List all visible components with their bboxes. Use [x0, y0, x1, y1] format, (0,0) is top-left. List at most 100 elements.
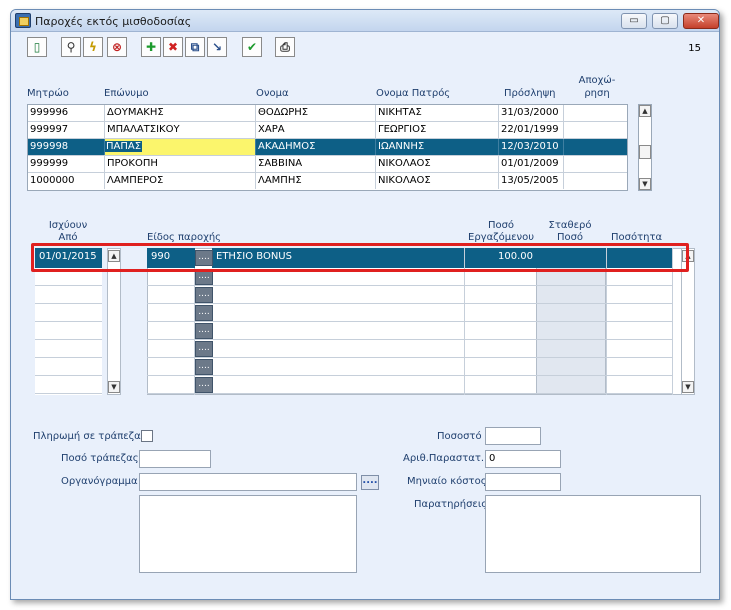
org-chart-field[interactable] [139, 473, 357, 491]
header-valid-2: Από [58, 232, 78, 243]
copy-button[interactable]: ⧉ [185, 37, 205, 57]
delete-button[interactable]: ✖ [163, 37, 183, 57]
org-chart-lookup-button[interactable]: .... [361, 475, 379, 490]
cell-father: ΝΙΚΟΛΑΟΣ [376, 173, 499, 189]
header-fixed-1: Σταθερό [548, 220, 592, 231]
scroll-thumb[interactable] [639, 145, 651, 159]
copy-icon: ⧉ [190, 40, 200, 54]
cell-leave [564, 122, 628, 138]
exit-button[interactable]: ▯ [27, 37, 47, 57]
cell-hire: 31/03/2000 [499, 105, 564, 121]
table-row[interactable]: 999997 ΜΠΑΛΑΤΣΙΚΟΥ ΧΑΡΑ ΓΕΩΡΓΙΟΣ 22/01/1… [28, 122, 627, 139]
title-bar: Παροχές εκτός μισθοδοσίας ▭ ▢ ✕ [11, 10, 719, 32]
main-window: Παροχές εκτός μισθοδοσίας ▭ ▢ ✕ ▯ ⚲ ϟ ⊗ … [10, 9, 720, 600]
table-row-selected[interactable]: 999998 ΠΑΠΑΣ ΑΚΑΔΗΜΟΣ ΙΩΑΝΝΗΣ 12/03/2010 [28, 139, 627, 156]
employees-grid: 999996 ΔΟΥΜΑΚΗΣ ΘΟΔΩΡΗΣ ΝΙΚΗΤΑΣ 31/03/20… [27, 104, 628, 191]
bank-amount-field[interactable] [139, 450, 211, 468]
header-fixed-2: Ποσό [556, 232, 584, 243]
scroll-down-icon[interactable]: ▼ [639, 178, 651, 190]
lookup-button[interactable]: .... [195, 341, 213, 357]
header-code: Μητρώο [27, 88, 69, 99]
cell-father: ΙΩΑΝΝΗΣ [376, 139, 499, 155]
page-number: 15 [688, 43, 701, 54]
cell-hire: 12/03/2010 [499, 139, 564, 155]
employees-scrollbar[interactable]: ▲ ▼ [638, 104, 652, 191]
lookup-button[interactable]: .... [195, 305, 213, 321]
lookup-button[interactable]: .... [195, 287, 213, 303]
cancel-icon: ⊗ [111, 40, 123, 54]
bank-payment-checkbox[interactable] [141, 430, 153, 442]
lookup-button[interactable]: .... [195, 359, 213, 375]
lightning-button[interactable]: ϟ [83, 37, 103, 57]
percent-field[interactable] [485, 427, 541, 445]
bank-payment-label: Πληρωμή σε τράπεζα [33, 431, 141, 442]
highlight-callout [31, 243, 689, 272]
confirm-icon: ✔ [246, 40, 258, 54]
delete-icon: ✖ [167, 40, 179, 54]
cell-surname-text: ΠΑΠΑΣ [105, 141, 143, 152]
exit-icon: ▯ [33, 40, 41, 54]
header-father: Ονομα Πατρός [376, 88, 451, 99]
header-amount-1: Ποσό [487, 220, 515, 231]
bank-amount-label: Ποσό τράπεζας [61, 453, 139, 464]
cell-name: ΧΑΡΑ [256, 122, 376, 138]
toolbar: ▯ ⚲ ϟ ⊗ ✚ ✖ ⧉ ↘ ✔ ⎙ 15 [11, 33, 719, 61]
search-button[interactable]: ⚲ [61, 37, 81, 57]
date-scroll-down-icon[interactable]: ▼ [108, 381, 120, 393]
close-button[interactable]: ✕ [683, 13, 719, 29]
cell-surname-editing[interactable]: ΠΑΠΑΣ [105, 139, 256, 155]
cell-code: 999998 [28, 139, 105, 155]
window-title: Παροχές εκτός μισθοδοσίας [35, 15, 192, 28]
benefit-row-lines [147, 268, 672, 395]
cell-hire: 01/01/2009 [499, 156, 564, 172]
doc-count-field[interactable]: 0 [485, 450, 561, 468]
print-button[interactable]: ⎙ [275, 37, 295, 57]
cell-leave [564, 105, 628, 121]
monthly-cost-field[interactable] [485, 473, 561, 491]
cell-leave [564, 173, 628, 189]
search-icon: ⚲ [66, 40, 76, 54]
table-row[interactable]: 999999 ΠΡΟΚΟΠΗ ΣΑΒΒΙΝΑ ΝΙΚΟΛΑΟΣ 01/01/20… [28, 156, 627, 173]
notes-field[interactable] [485, 495, 701, 573]
table-row[interactable]: 1000000 ΛΑΜΠΕΡΟΣ ΛΑΜΠΗΣ ΝΙΚΟΛΑΟΣ 13/05/2… [28, 173, 627, 190]
add-button[interactable]: ✚ [141, 37, 161, 57]
minimize-button[interactable]: ▭ [621, 13, 647, 29]
scroll-up-icon[interactable]: ▲ [639, 105, 651, 117]
cell-surname: ΔΟΥΜΑΚΗΣ [105, 105, 256, 121]
cell-name: ΑΚΑΔΗΜΟΣ [256, 139, 376, 155]
cell-code: 1000000 [28, 173, 105, 189]
header-leave-1: Αποχώ- [578, 75, 616, 86]
confirm-button[interactable]: ✔ [242, 37, 262, 57]
lookup-button[interactable]: .... [195, 377, 213, 393]
cell-hire: 22/01/1999 [499, 122, 564, 138]
header-name: Ονομα [256, 88, 289, 99]
cell-code: 999996 [28, 105, 105, 121]
header-quantity: Ποσότητα [611, 232, 663, 243]
notes-label: Παρατηρήσεις [414, 499, 488, 510]
app-icon [15, 13, 31, 28]
transfer-icon: ↘ [211, 40, 223, 54]
header-surname: Επώνυμο [104, 88, 149, 99]
percent-label: Ποσοστό [437, 431, 482, 442]
cell-leave [564, 139, 628, 155]
benefits-scroll-down-icon[interactable]: ▼ [682, 381, 694, 393]
cell-leave [564, 156, 628, 172]
cell-father: ΝΙΚΗΤΑΣ [376, 105, 499, 121]
cell-name: ΣΑΒΒΙΝΑ [256, 156, 376, 172]
table-row[interactable]: 999996 ΔΟΥΜΑΚΗΣ ΘΟΔΩΡΗΣ ΝΙΚΗΤΑΣ 31/03/20… [28, 105, 627, 122]
monthly-cost-label: Μηνιαίο κόστος [407, 476, 487, 487]
transfer-button[interactable]: ↘ [207, 37, 227, 57]
header-benefit-type: Είδος παροχής [147, 232, 222, 243]
cell-father: ΝΙΚΟΛΑΟΣ [376, 156, 499, 172]
cancel-button[interactable]: ⊗ [107, 37, 127, 57]
header-leave-2: ρηση [584, 88, 610, 99]
cell-surname: ΛΑΜΠΕΡΟΣ [105, 173, 256, 189]
header-amount-2: Εργαζόμενου [468, 232, 534, 243]
cell-surname: ΜΠΑΛΑΤΣΙΚΟΥ [105, 122, 256, 138]
org-chart-detail-box [139, 495, 357, 573]
header-valid-1: Ισχύουν [48, 220, 88, 231]
header-hire: Πρόσληψη [504, 88, 556, 99]
lookup-button[interactable]: .... [195, 323, 213, 339]
org-chart-label: Οργανόγραμμα [61, 476, 138, 487]
maximize-button[interactable]: ▢ [652, 13, 678, 29]
